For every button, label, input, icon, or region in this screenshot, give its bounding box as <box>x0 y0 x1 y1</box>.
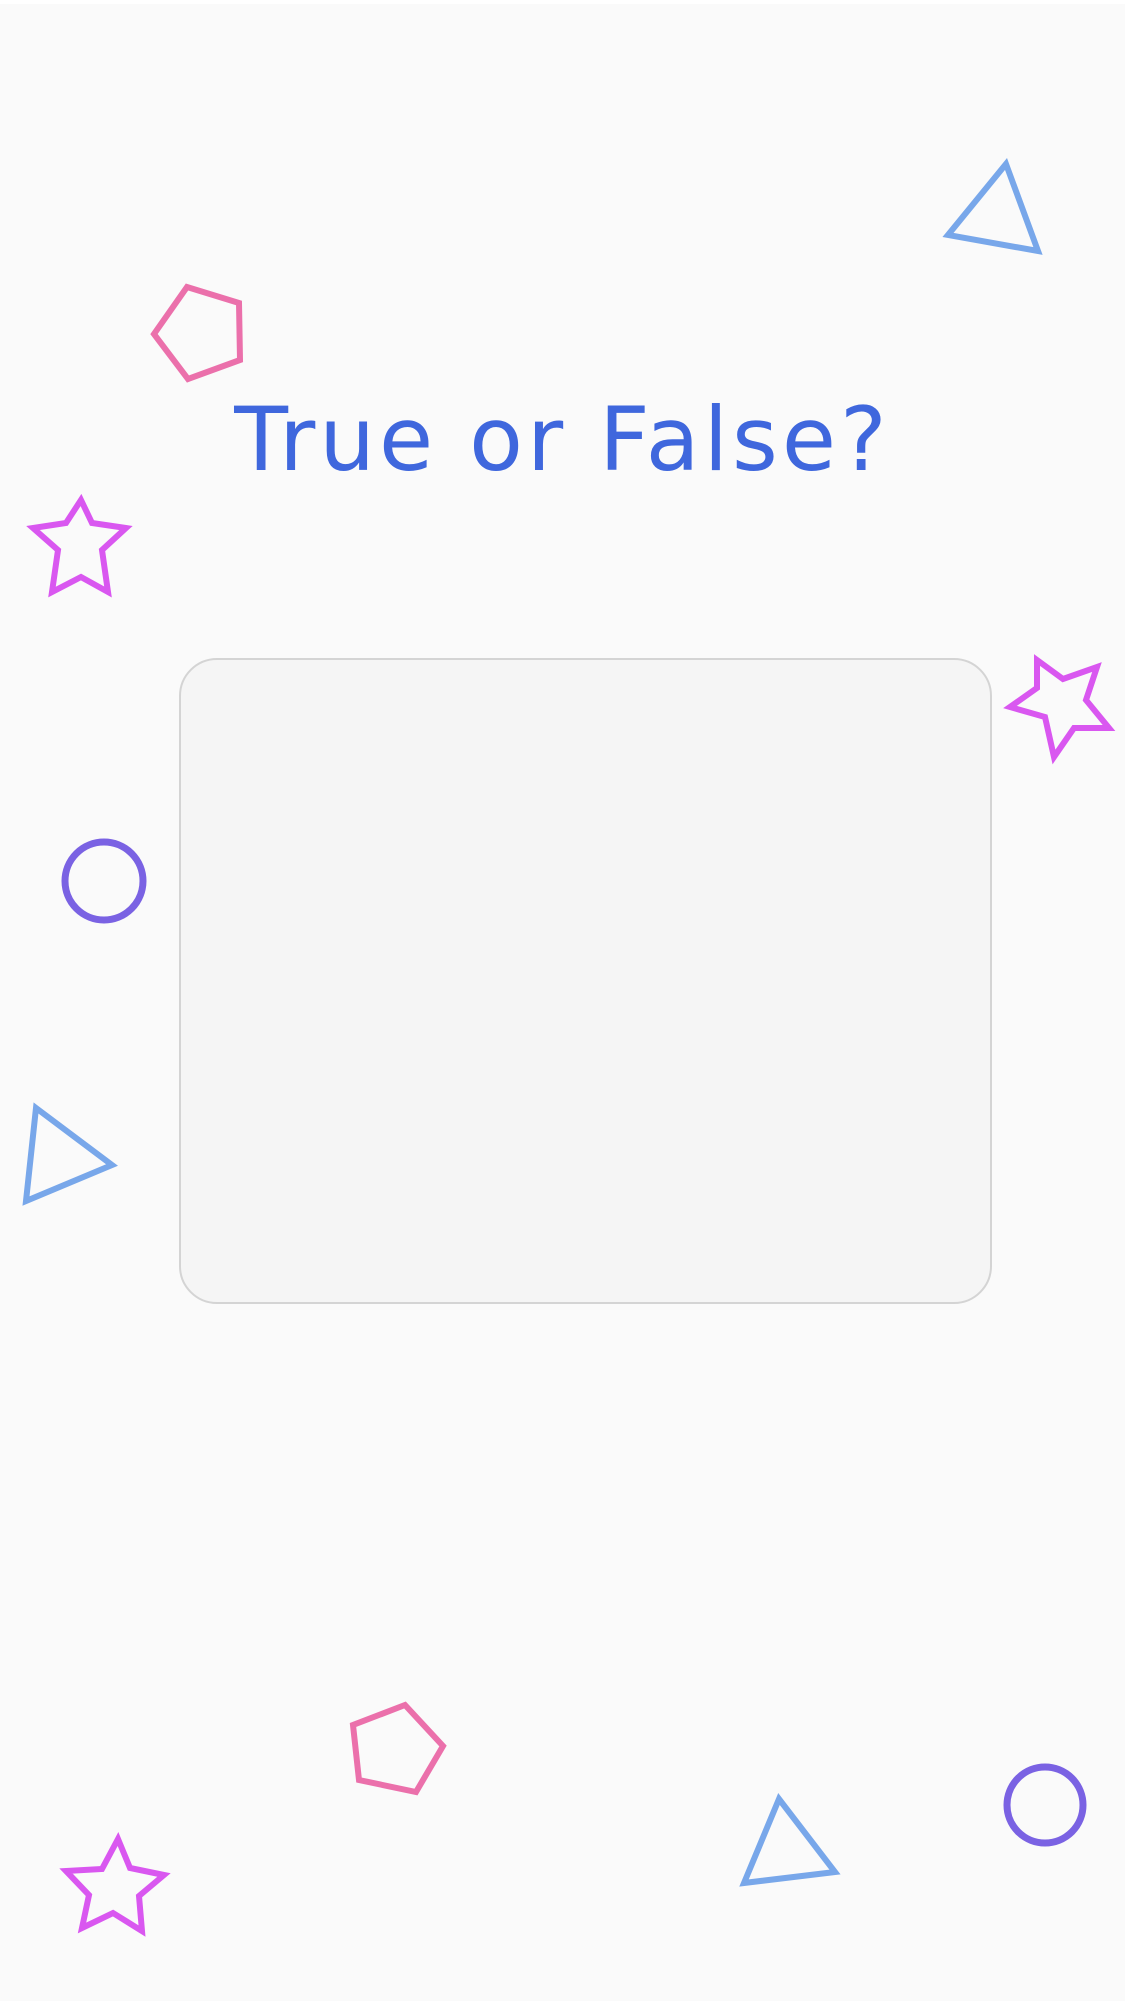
pentagon-icon <box>150 283 244 383</box>
triangle-icon <box>22 1102 118 1206</box>
star-icon <box>1003 654 1116 765</box>
circle-icon <box>1003 1763 1087 1847</box>
triangle-icon <box>942 158 1043 255</box>
star-icon <box>59 1831 171 1937</box>
triangle-icon <box>739 1793 841 1887</box>
star-icon <box>26 493 133 598</box>
statement-card <box>179 658 992 1304</box>
top-edge <box>0 0 1125 4</box>
page-title: True or False? <box>234 388 891 491</box>
pentagon-icon <box>349 1701 447 1796</box>
circle-icon <box>61 838 147 924</box>
